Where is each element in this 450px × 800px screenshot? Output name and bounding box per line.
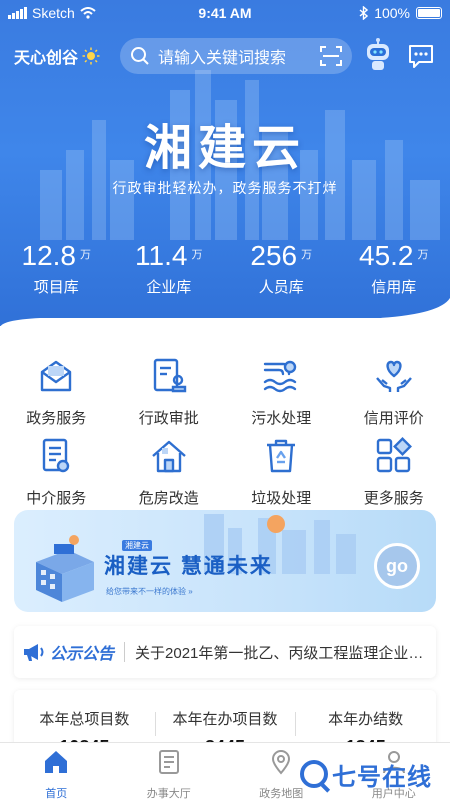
bluetooth-icon [359, 6, 369, 20]
stat-label: 项目库 [33, 279, 79, 296]
stat-unit: 万 [301, 249, 313, 261]
hero-section: Sketch 9:41 AM 100% 天心创谷 请输入关键词搜索 湘建云 行政… [0, 0, 450, 340]
search-icon [131, 47, 149, 65]
banner-title: 湘建云 慧通未来 [104, 555, 273, 578]
battery-percent: 100% [374, 5, 410, 21]
service-label: 更多服务 [363, 490, 424, 507]
stat-unit: 万 [191, 249, 203, 261]
message-icon[interactable] [407, 42, 435, 70]
summary-label: 本年办结数 [328, 711, 404, 728]
brand-slogan: 行政审批轻松办，政务服务不打烊 [112, 180, 338, 196]
search-input[interactable]: 请输入关键词搜索 [158, 44, 320, 68]
service-agency[interactable]: 中介服务 [0, 436, 113, 516]
house-icon [151, 440, 186, 473]
form-icon [158, 750, 179, 774]
service-grid: 政务服务 行政审批 污水处理 信用评价 中介服务 危房改造 垃圾处理 更多服务 [0, 356, 450, 516]
service-waste[interactable]: 垃圾处理 [225, 436, 338, 516]
service-label: 中介服务 [26, 490, 87, 507]
summary-label: 本年总项目数 [39, 711, 130, 728]
watermark-logo: 七号在线 [300, 756, 450, 792]
home-icon [45, 751, 68, 773]
service-approval[interactable]: 行政审批 [113, 356, 226, 436]
service-label: 危房改造 [138, 490, 199, 507]
service-more[interactable]: 更多服务 [338, 436, 450, 516]
robot-assistant-icon[interactable] [365, 38, 391, 72]
sun-icon [82, 47, 100, 65]
scan-icon[interactable] [320, 46, 342, 66]
mail-icon [41, 360, 72, 392]
hands-heart-icon [375, 360, 412, 392]
battery-icon [416, 7, 442, 19]
notice-bar[interactable]: 公示公告 关于2021年第一批乙、丙级工程监理企业… [14, 626, 436, 678]
notice-divider [124, 642, 126, 662]
status-bar: Sketch 9:41 AM 100% [0, 0, 450, 28]
stat-value: 256 [250, 240, 298, 271]
service-label: 垃圾处理 [251, 490, 312, 507]
top-bar: 天心创谷 请输入关键词搜索 [0, 36, 450, 76]
service-label: 信用评价 [363, 410, 424, 427]
promo-banner[interactable]: 湘建云 湘建云 慧通未来 给您带来不一样的体验 » go [14, 510, 436, 612]
service-credit[interactable]: 信用评价 [338, 356, 450, 436]
location-label: 天心创谷 [14, 50, 79, 67]
megaphone-icon [24, 644, 44, 661]
service-label: 行政审批 [138, 410, 199, 427]
service-government[interactable]: 政务服务 [0, 356, 113, 436]
watermark-text: 七号在线 [332, 763, 432, 791]
stat-label: 信用库 [371, 279, 417, 296]
stat-value: 12.8 [21, 240, 77, 271]
brand-title: 湘建云 [143, 122, 306, 175]
notice-text[interactable]: 关于2021年第一批乙、丙级工程监理企业… [135, 642, 428, 663]
tab-label: 首页 [45, 788, 68, 800]
service-label: 政务服务 [26, 410, 87, 427]
go-button[interactable]: go [374, 543, 420, 589]
search-bar[interactable]: 请输入关键词搜索 [120, 38, 352, 74]
service-sewage[interactable]: 污水处理 [225, 356, 338, 436]
stat-label: 企业库 [146, 279, 192, 296]
water-pipe-icon [264, 360, 297, 393]
summary-label: 本年在办项目数 [172, 711, 278, 728]
service-housing[interactable]: 危房改造 [113, 436, 226, 516]
stat-unit: 万 [417, 249, 429, 261]
stat-value: 45.2 [359, 240, 414, 271]
banner-subtitle: 给您带来不一样的体验 » [106, 587, 193, 596]
notice-title: 公示公告 [50, 646, 115, 663]
map-pin-icon [272, 750, 291, 775]
stat-unit: 万 [80, 249, 91, 261]
location-selector[interactable]: 天心创谷 [14, 44, 100, 68]
watermark-icon [300, 760, 328, 788]
agency-document-icon [43, 438, 70, 473]
tab-home[interactable]: 首页 [0, 743, 113, 800]
tab-label: 办事大厅 [146, 788, 191, 800]
stat-label: 人员库 [258, 279, 304, 296]
stamp-document-icon [153, 358, 186, 393]
tab-service-hall[interactable]: 办事大厅 [113, 743, 226, 800]
recycle-bin-icon [267, 439, 296, 473]
service-label: 污水处理 [251, 410, 312, 427]
grid-more-icon [376, 437, 412, 473]
stat-value: 11.4 [135, 240, 188, 271]
